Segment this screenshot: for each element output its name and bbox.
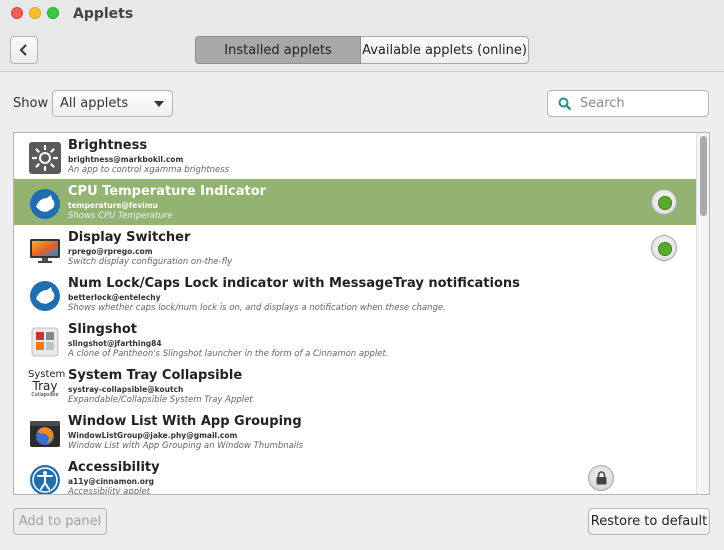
toolbar: Installed applets Available applets (onl… [0,30,724,72]
restore-to-default-button[interactable]: Restore to default [588,508,710,535]
firefox-window-icon [30,421,60,447]
systemtray-icon-text: Tray [32,379,58,393]
applet-description: Shows whether caps lock/num lock is on, … [68,303,446,313]
show-filter-value: All applets [60,96,129,111]
close-window-button[interactable] [11,7,23,19]
applet-description: Switch display configuration on-the-fly [68,257,233,267]
applet-uuid: WindowListGroup@jake.phy@gmail.com [68,431,238,440]
applet-uuid: a11y@cinnamon.org [68,477,155,486]
slingshot-icon [31,327,59,357]
caret-down-icon [154,101,164,107]
search-input[interactable] [580,96,700,111]
applet-uuid: brightness@markbokil.com [68,155,184,164]
systemtray-icon-text: Collapsible [31,392,59,398]
applet-row-brightness[interactable]: Brightness brightness@markbokil.com An a… [14,133,696,179]
lock-icon [596,471,607,485]
applet-name: Window List With App Grouping [68,414,302,429]
applet-description: Expandable/Collapsible System Tray Apple… [68,395,253,405]
applet-name: CPU Temperature Indicator [68,184,267,199]
tab-installed-applets[interactable]: Installed applets [195,36,361,64]
applet-row-slingshot[interactable]: Slingshot slingshot@jfarthing84 A clone … [14,317,696,363]
applet-list[interactable]: Brightness brightness@markbokil.com An a… [13,132,710,495]
cinnamon-icon [30,189,60,219]
show-filter-dropdown[interactable]: All applets [52,90,173,117]
show-label: Show [13,96,49,111]
applet-uuid: betterlock@entelechy [68,293,161,302]
tab-available-applets[interactable]: Available applets (online) [361,36,529,64]
applet-row-display-switcher[interactable]: Display Switcher rprego@rprego.com Switc… [14,225,696,271]
applet-row-window-list-grouping[interactable]: Window List With App Grouping WindowList… [14,409,696,455]
applet-description: Shows CPU Temperature [68,211,173,221]
systemtray-icon: System Tray Collapsible [28,370,65,402]
search-box[interactable] [547,90,709,117]
brightness-icon [29,142,61,174]
title-bar: Applets [0,0,724,30]
applet-row-system-tray-collapsible[interactable]: System Tray Collapsible System Tray Coll… [14,363,696,409]
window-title: Applets [73,6,134,22]
applet-name: Num Lock/Caps Lock indicator with Messag… [68,276,520,291]
applet-name: Accessibility [68,460,160,475]
maximize-window-button[interactable] [47,7,59,19]
add-to-panel-button[interactable]: Add to panel [13,508,107,535]
applet-name: System Tray Collapsible [68,368,243,383]
locked-button[interactable] [588,465,614,491]
applet-description: A clone of Pantheon's Slingshot launcher… [68,349,389,359]
applet-uuid: systray-collapsible@koutch [68,385,184,394]
search-icon [558,97,572,110]
applet-description: An app to control xgamma brightness [68,165,230,175]
list-scrollbar[interactable] [696,133,709,494]
applet-uuid: temperature@fevimu [68,201,158,210]
applet-name: Slingshot [68,322,137,337]
applet-name: Display Switcher [68,230,191,245]
minimize-window-button[interactable] [29,7,41,19]
enabled-status-indicator[interactable] [651,189,677,215]
applet-uuid: rprego@rprego.com [68,247,153,256]
applet-uuid: slingshot@jfarthing84 [68,339,162,348]
accessibility-icon [30,465,60,494]
applet-name: Brightness [68,138,148,153]
display-icon [30,239,60,263]
cinnamon-icon [30,281,60,311]
back-button[interactable] [10,36,38,64]
chevron-left-icon [19,44,27,56]
tab-group: Installed applets Available applets (onl… [195,36,529,64]
applet-row-cpu-temperature[interactable]: CPU Temperature Indicator temperature@fe… [14,179,696,225]
applet-row-numlock-capslock[interactable]: Num Lock/Caps Lock indicator with Messag… [14,271,696,317]
scrollbar-thumb[interactable] [700,136,707,216]
enabled-status-indicator[interactable] [651,235,677,261]
applet-row-accessibility[interactable]: Accessibility a11y@cinnamon.org Accessib… [14,455,696,495]
applet-description: Accessibility applet [68,487,151,495]
applet-description: Window List with App Grouping an Window … [68,441,304,451]
